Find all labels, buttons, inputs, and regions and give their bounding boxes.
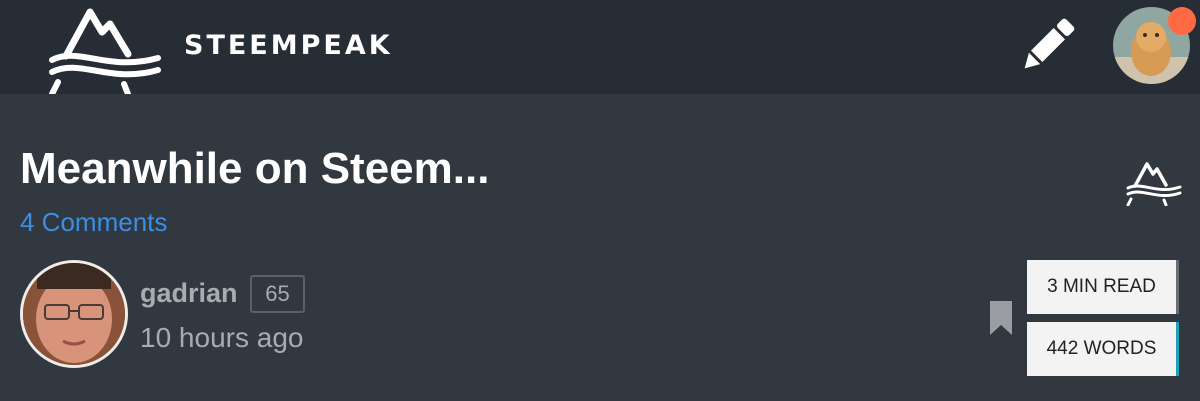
steempeak-logo-icon[interactable]: [48, 6, 162, 94]
bookmark-icon[interactable]: [990, 301, 1012, 335]
comments-link[interactable]: 4 Comments: [20, 207, 167, 238]
post-title[interactable]: Meanwhile on Steem...: [20, 144, 489, 194]
word-count-badge: 442 WORDS: [1027, 322, 1179, 376]
pencil-icon[interactable]: [1018, 16, 1078, 74]
steempeak-logo-small-icon: [1126, 162, 1182, 206]
reputation-badge: 65: [250, 275, 305, 313]
notification-dot[interactable]: [1168, 7, 1196, 35]
top-navigation-bar: STEEMPEAK: [0, 0, 1200, 94]
author-avatar[interactable]: [20, 260, 128, 368]
post-timestamp: 10 hours ago: [140, 322, 304, 353]
author-name[interactable]: gadrian: [140, 278, 238, 309]
brand-name[interactable]: STEEMPEAK: [184, 30, 393, 61]
read-time-badge: 3 MIN READ: [1027, 260, 1179, 314]
